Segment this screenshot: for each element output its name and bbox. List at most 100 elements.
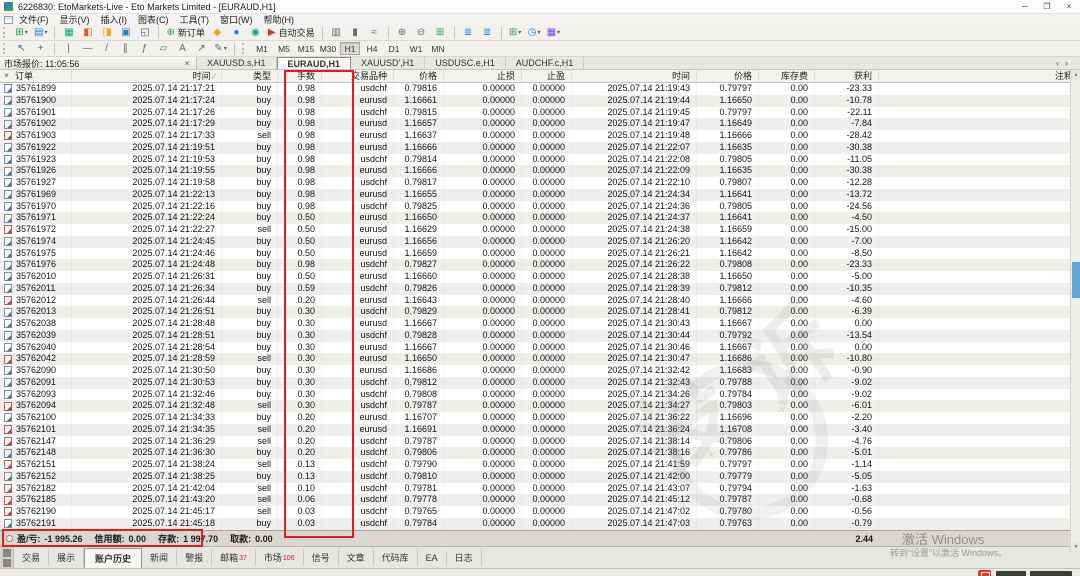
table-row[interactable]: 35761926 2025.07.14 21:19:55 buy 0.98 eu… <box>0 165 1080 177</box>
table-row[interactable]: 35761972 2025.07.14 21:22:27 sell 0.50 e… <box>0 224 1080 236</box>
terminal-toggle[interactable]: ▣ <box>117 26 134 40</box>
table-row[interactable]: 35761974 2025.07.14 21:24:45 buy 0.50 eu… <box>0 235 1080 248</box>
autotrading-button[interactable]: ▶ 自动交易 <box>266 26 317 40</box>
col-sl[interactable]: 止损 <box>444 70 522 82</box>
terminal-close-icon[interactable]: × <box>2 70 11 82</box>
timeframe-h4[interactable]: H4 <box>362 42 382 55</box>
shapes-tool[interactable]: ▱ <box>155 42 172 56</box>
tab-scroll-right-icon[interactable]: › <box>1065 58 1068 68</box>
table-row[interactable]: 35761970 2025.07.14 21:22:16 buy 0.98 us… <box>0 200 1080 213</box>
table-row[interactable]: 35761899 2025.07.14 21:17:21 buy 0.98 us… <box>0 83 1080 95</box>
table-row[interactable]: 35762185 2025.07.14 21:43:20 sell 0.06 u… <box>0 494 1080 506</box>
table-row[interactable]: 35761923 2025.07.14 21:19:53 buy 0.98 us… <box>0 153 1080 166</box>
table-row[interactable]: 35762090 2025.07.14 21:30:50 buy 0.30 eu… <box>0 365 1080 377</box>
scrollbar-thumb[interactable] <box>1072 262 1080 298</box>
timeframe-m1[interactable]: M1 <box>252 42 272 55</box>
table-row[interactable]: 35762040 2025.07.14 21:28:54 buy 0.30 eu… <box>0 341 1080 354</box>
table-row[interactable]: 35761927 2025.07.14 21:19:58 buy 0.98 us… <box>0 177 1080 189</box>
table-row[interactable]: 35762012 2025.07.14 21:26:44 sell 0.20 e… <box>0 294 1080 307</box>
table-row[interactable]: 35762182 2025.07.14 21:42:04 sell 0.10 u… <box>0 482 1080 495</box>
table-row[interactable]: 35762093 2025.07.14 21:32:46 buy 0.30 us… <box>0 388 1080 401</box>
tile-windows-button[interactable]: ⊞ <box>432 26 449 40</box>
indicators-button[interactable]: ◆ <box>209 26 226 40</box>
template-dropdown[interactable]: ▦ ▾ <box>545 26 562 40</box>
col-open-time[interactable]: 时间 ∕ <box>72 70 222 82</box>
tab-scroll-left-icon[interactable]: ‹ <box>1056 58 1059 68</box>
col-open-price[interactable]: 价格 <box>394 70 444 82</box>
menu-tools[interactable]: 工具(T) <box>180 13 210 26</box>
table-row[interactable]: 35762151 2025.07.14 21:38:24 sell 0.13 u… <box>0 459 1080 471</box>
chart-tab-audchf[interactable]: AUDCHF.c,H1 <box>506 57 585 69</box>
bar-chart-button[interactable]: ▥ <box>328 26 345 40</box>
timeframe-mn[interactable]: MN <box>428 42 448 55</box>
table-row[interactable]: 35762190 2025.07.14 21:45:17 sell 0.03 u… <box>0 506 1080 518</box>
navigator-toggle[interactable]: ◨ <box>98 26 115 40</box>
community-button[interactable]: ● <box>228 26 245 40</box>
table-row[interactable]: 35762148 2025.07.14 21:36:30 buy 0.20 us… <box>0 447 1080 459</box>
arrange-vertical-button[interactable]: ≣ <box>460 26 477 40</box>
zoom-out-button[interactable]: ⊖ <box>413 26 430 40</box>
table-row[interactable]: 35761971 2025.07.14 21:22:24 buy 0.50 eu… <box>0 212 1080 224</box>
market-watch-close-icon[interactable]: × <box>182 59 192 68</box>
table-row[interactable]: 35761969 2025.07.14 21:22:13 buy 0.98 eu… <box>0 188 1080 201</box>
data-window-toggle[interactable]: ◧ <box>79 26 96 40</box>
menu-insert[interactable]: 插入(I) <box>101 13 128 26</box>
table-row[interactable]: 35761900 2025.07.14 21:17:24 buy 0.98 eu… <box>0 94 1080 107</box>
col-tp[interactable]: 止盈 <box>522 70 572 82</box>
table-row[interactable]: 35762191 2025.07.14 21:45:18 buy 0.03 us… <box>0 517 1080 530</box>
strategy-tester-toggle[interactable]: ◱ <box>136 26 153 40</box>
crosshair-tool[interactable]: + <box>32 42 49 56</box>
menu-charts[interactable]: 图表(C) <box>138 13 169 26</box>
tab-account-history[interactable]: 账户历史 <box>84 547 143 568</box>
channel-tool[interactable]: ∥ <box>117 42 134 56</box>
table-row[interactable]: 35762038 2025.07.14 21:28:48 buy 0.30 eu… <box>0 318 1080 330</box>
tab-mailbox[interactable]: 邮箱 37 <box>212 549 256 566</box>
menu-file[interactable]: 文件(F) <box>19 13 49 26</box>
tab-alerts[interactable]: 警报 <box>177 549 213 566</box>
tab-news[interactable]: 新闻 <box>142 549 178 566</box>
tab-articles[interactable]: 文章 <box>339 549 374 566</box>
minimized-panel-strip[interactable] <box>0 546 14 569</box>
timeframe-m30[interactable]: M30 <box>318 42 338 55</box>
col-swap[interactable]: 库存费 <box>759 70 815 82</box>
close-icon[interactable]: × <box>1058 0 1080 14</box>
tab-codebase[interactable]: 代码库 <box>374 549 418 566</box>
table-row[interactable]: 35761903 2025.07.14 21:17:33 sell 0.98 e… <box>0 130 1080 142</box>
vertical-scrollbar[interactable]: ▲ ▼ <box>1070 70 1080 552</box>
menu-help[interactable]: 帮助(H) <box>264 13 295 26</box>
timeframe-m5[interactable]: M5 <box>274 42 294 55</box>
table-row[interactable]: 35762094 2025.07.14 21:32:48 sell 0.30 u… <box>0 400 1080 412</box>
trendline-tool[interactable]: / <box>98 42 115 56</box>
chart-tab-xauusd-s[interactable]: XAUUSD.s,H1 <box>197 57 277 69</box>
timeframe-h1[interactable]: H1 <box>340 42 360 55</box>
col-type[interactable]: 类型 <box>222 70 278 82</box>
candlestick-button[interactable]: ▮ <box>347 26 364 40</box>
tab-journal[interactable]: 日志 <box>447 549 482 566</box>
indicator-list-dropdown[interactable]: ⊞ ▾ <box>507 26 524 40</box>
table-row[interactable]: 35761902 2025.07.14 21:17:29 buy 0.98 eu… <box>0 118 1080 130</box>
profiles-button[interactable]: ▤ ▾ <box>32 26 49 40</box>
table-row[interactable]: 35762013 2025.07.14 21:26:51 buy 0.30 us… <box>0 306 1080 318</box>
vline-tool[interactable]: | <box>60 42 77 56</box>
col-close-price[interactable]: 价格 <box>697 70 759 82</box>
table-row[interactable]: 35762039 2025.07.14 21:28:51 buy 0.30 us… <box>0 329 1080 342</box>
timeframe-d1[interactable]: D1 <box>384 42 404 55</box>
fibonacci-tool[interactable]: ƒ <box>136 42 153 56</box>
table-row[interactable]: 35762152 2025.07.14 21:38:25 buy 0.13 us… <box>0 470 1080 483</box>
cursor-tool[interactable]: ↖ <box>13 42 30 56</box>
menu-window[interactable]: 窗口(W) <box>220 13 253 26</box>
col-lots[interactable]: 手数 <box>278 70 322 82</box>
chart-tab-usdusc[interactable]: USDUSC.e,H1 <box>425 57 506 69</box>
table-row[interactable]: 35762147 2025.07.14 21:36:29 sell 0.20 u… <box>0 435 1080 448</box>
zoom-in-button[interactable]: ⊕ <box>394 26 411 40</box>
table-row[interactable]: 35762011 2025.07.14 21:26:34 buy 0.59 us… <box>0 282 1080 295</box>
tab-exposure[interactable]: 展示 <box>49 549 85 566</box>
timeframe-m15[interactable]: M15 <box>296 42 316 55</box>
scroll-down-icon[interactable]: ▼ <box>1071 542 1080 552</box>
line-chart-button[interactable]: ≈ <box>366 26 383 40</box>
tab-ea[interactable]: EA <box>418 550 447 565</box>
hline-tool[interactable]: — <box>79 42 96 56</box>
table-row[interactable]: 35762100 2025.07.14 21:34:33 buy 0.20 eu… <box>0 412 1080 424</box>
period-dropdown[interactable]: ◷ ▾ <box>526 26 543 40</box>
chart-tab-xauusd2[interactable]: XAUUSD',H1 <box>351 57 426 69</box>
